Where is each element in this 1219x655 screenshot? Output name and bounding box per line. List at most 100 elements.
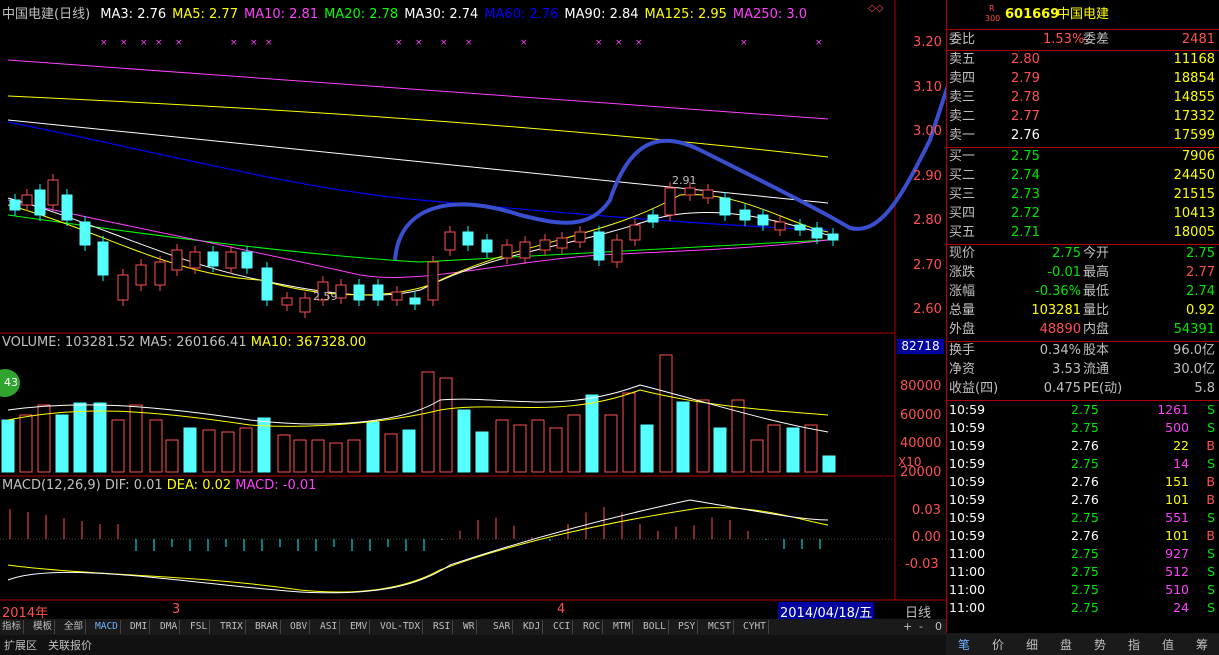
chart-area[interactable]: 中国电建(日线) MA3: 2.76 MA5: 2.77 MA10: 2.81 MA2… — [0, 0, 946, 621]
right-tab[interactable]: 细 — [1026, 636, 1038, 653]
candle-body — [702, 189, 714, 199]
indicator-tab[interactable]: 全部 — [62, 620, 87, 634]
ask-row: 卖四 2.79 18854 — [949, 71, 1215, 86]
volume-bar — [822, 455, 836, 473]
indicator-tab[interactable]: ROC — [581, 620, 604, 634]
tick-row: 10:59 2.75 500 S — [949, 420, 1215, 435]
expand-area-link[interactable]: 扩展区 — [4, 637, 37, 653]
candle-body — [462, 231, 474, 246]
zoom-button[interactable]: 0 — [935, 620, 942, 633]
ask-row: 卖五 2.80 11168 — [949, 52, 1215, 67]
event-mark: × — [100, 38, 108, 48]
indicator-tab[interactable]: TRIX — [218, 620, 246, 634]
right-tab[interactable]: 价 — [992, 636, 1004, 653]
indicator-tab[interactable]: CCI — [551, 620, 574, 634]
candle-body — [135, 264, 147, 286]
right-tab[interactable]: 指 — [1128, 636, 1140, 653]
price-axis-label: 2.90 — [913, 168, 942, 184]
indicator-tab[interactable]: DMI — [128, 620, 151, 634]
tick-row: 10:59 2.76 101 B — [949, 492, 1215, 507]
indicator-tab[interactable]: MCST — [706, 620, 734, 634]
candle-body — [261, 267, 273, 301]
right-tab[interactable]: 筹 — [1196, 636, 1208, 653]
low-annotation: 2.59 — [313, 290, 338, 303]
event-mark: × — [635, 38, 643, 48]
volume-bar — [421, 371, 435, 473]
indicator-tab-bar: 指标 模板 全部 MACD DMI DMA FSL TRIX BRAR OBV ASI EMV VOL-… — [0, 619, 946, 635]
price-chart[interactable]: × × × × × × × × × × × × × × × × × × 2.91 2.59 — [0, 0, 946, 619]
volume-bar — [384, 433, 398, 473]
event-mark: × — [465, 38, 473, 48]
indicator-tab[interactable]: CYHT — [741, 620, 769, 634]
volume-bar — [475, 431, 489, 473]
candle-body — [189, 251, 201, 269]
ask-row: 卖二 2.77 17332 — [949, 109, 1215, 124]
volume-axis-label: 40000 — [900, 436, 942, 451]
event-mark: × — [740, 38, 748, 48]
indicator-tab[interactable]: MACD — [93, 620, 121, 634]
indicator-tab[interactable]: RSI — [431, 620, 454, 634]
zoom-button[interactable]: + — [903, 620, 912, 633]
right-tab[interactable]: 盘 — [1060, 636, 1072, 653]
indicator-tab[interactable]: OBV — [288, 620, 311, 634]
stat2-row: 净资 3.53 流通 30.0亿 — [949, 362, 1215, 377]
indicator-tab[interactable]: ASI — [318, 620, 341, 634]
macd-axis-label: 0.00 — [912, 530, 941, 545]
indicator-tab[interactable]: VOL-TDX — [378, 620, 424, 634]
right-panel-tabs: 笔价细盘势指值筹 — [946, 633, 1219, 655]
indicator-tab[interactable]: MTM — [611, 620, 634, 634]
candle-body — [827, 233, 839, 241]
volume-bar — [696, 399, 710, 473]
right-tab[interactable]: 值 — [1162, 636, 1174, 653]
volume-bar — [804, 424, 818, 473]
volume-bar — [604, 414, 618, 473]
volume-bar — [513, 424, 527, 473]
event-mark: × — [120, 38, 128, 48]
weibi-row: 委比 1.53% 委差 2481 — [949, 32, 1215, 47]
candle-body — [684, 187, 696, 196]
indicator-tab[interactable]: SAR — [491, 620, 514, 634]
date-month-3: 3 — [172, 602, 181, 617]
indicator-tab[interactable]: BRAR — [253, 620, 281, 634]
indicator-tab[interactable]: 模板 — [31, 620, 56, 634]
indicator-tab[interactable]: EMV — [348, 620, 371, 634]
related-quote-link[interactable]: 关联报价 — [48, 637, 92, 653]
volume-bar — [531, 419, 545, 473]
ask-row: 卖一 2.76 17599 — [949, 128, 1215, 143]
candle-body — [372, 284, 384, 301]
stat-row: 总量 103281 量比 0.92 — [949, 303, 1215, 318]
indicator-tab[interactable]: PSY — [676, 620, 699, 634]
indicator-tab[interactable]: 指标 — [0, 620, 25, 634]
indicator-tab[interactable]: KDJ — [521, 620, 544, 634]
right-tab[interactable]: 笔 — [958, 636, 970, 653]
candle-body — [9, 199, 21, 211]
indicator-tab[interactable]: WR — [461, 620, 478, 634]
indicator-tab[interactable]: FSL — [188, 620, 211, 634]
candle-body — [225, 251, 237, 269]
volume-bar — [585, 394, 599, 473]
volume-bar — [149, 419, 163, 473]
event-mark: × — [155, 38, 163, 48]
price-axis-label: 3.10 — [913, 79, 942, 95]
tick-row: 10:59 2.76 22 B — [949, 438, 1215, 453]
volume-bar — [457, 409, 471, 473]
stat-row: 涨跌 -0.01 最高 2.77 — [949, 265, 1215, 280]
volume-bar — [786, 427, 800, 473]
candle-body — [593, 231, 605, 261]
price-axis-label: 3.00 — [913, 124, 942, 139]
indicator-tab[interactable]: DMA — [158, 620, 181, 634]
price-axis-label: 3.20 — [913, 35, 942, 50]
stat2-row: 换手 0.34% 股本 96.0亿 — [949, 343, 1215, 358]
candle-body — [61, 194, 73, 221]
candle-body — [409, 297, 421, 305]
event-mark: × — [595, 38, 603, 48]
zoom-button[interactable]: - — [919, 620, 923, 633]
bid-row: 买三 2.73 21515 — [949, 187, 1215, 202]
volume-bar — [750, 439, 764, 473]
right-tab[interactable]: 势 — [1094, 636, 1106, 653]
candle-body — [739, 209, 751, 221]
volume-bar — [366, 421, 380, 473]
tick-row: 10:59 2.75 14 S — [949, 456, 1215, 471]
macd-axis-label: 0.03 — [912, 503, 941, 518]
indicator-tab[interactable]: BOLL — [641, 620, 669, 634]
